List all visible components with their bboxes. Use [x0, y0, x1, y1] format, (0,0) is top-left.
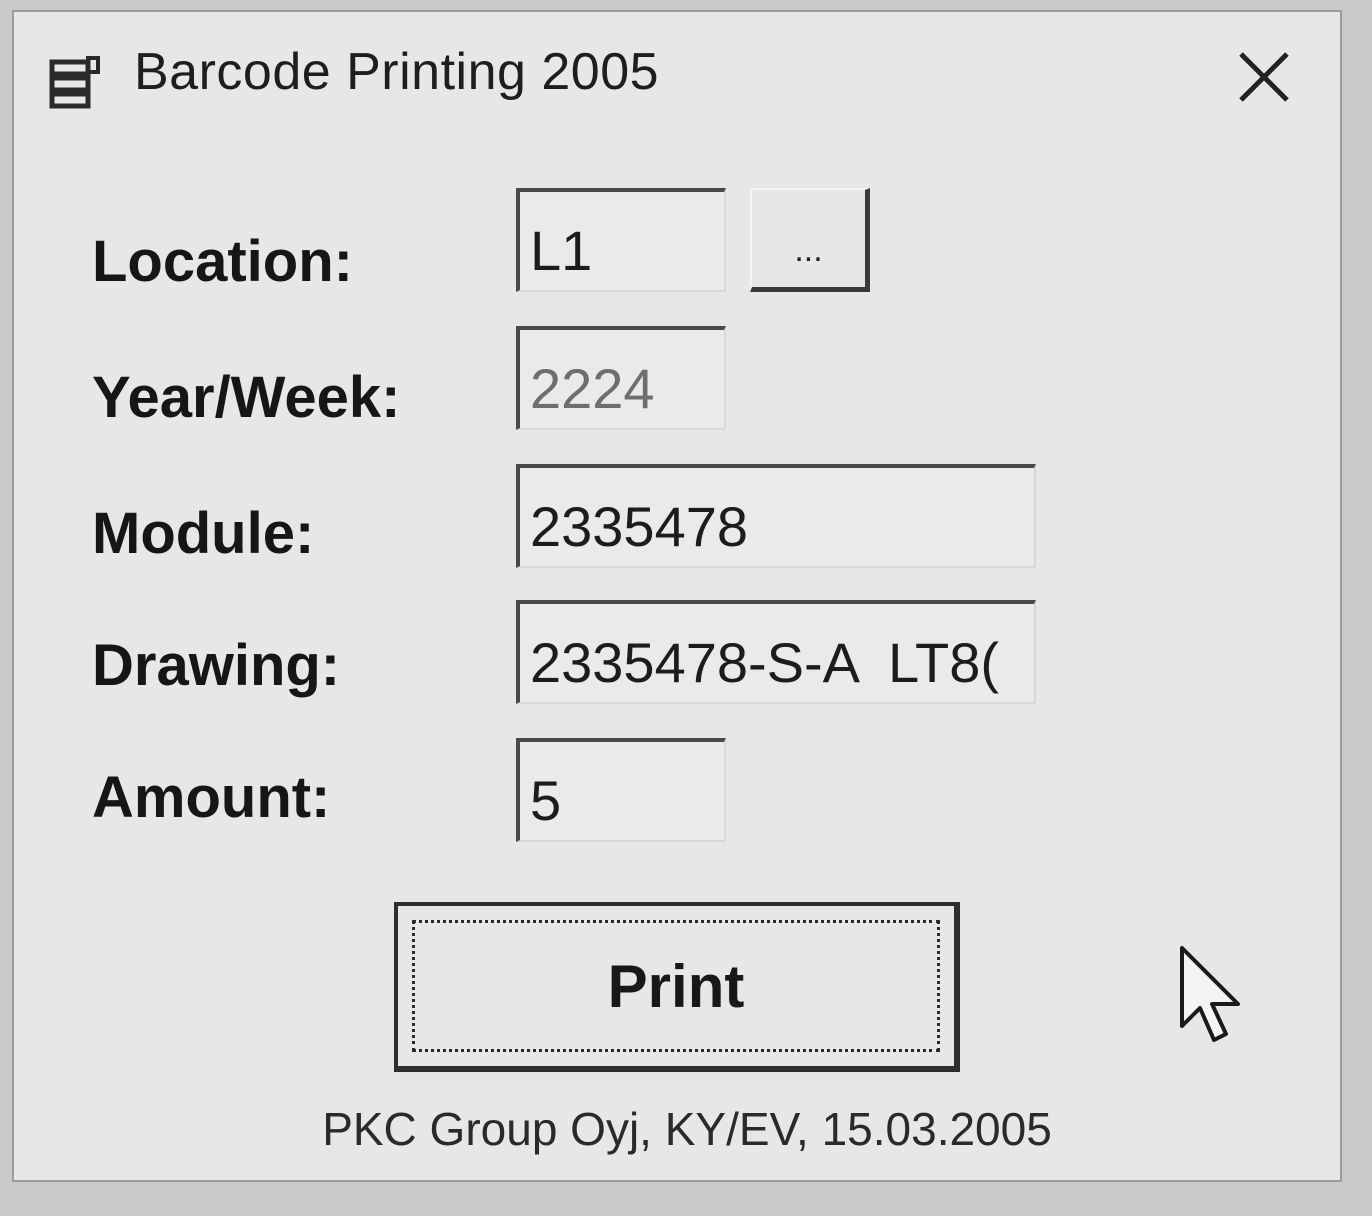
year-week-input[interactable] — [516, 326, 726, 430]
barcode-printing-window: Barcode Printing 2005 Location: ... Year… — [12, 10, 1342, 1182]
print-button[interactable]: Print — [394, 902, 960, 1072]
window-title: Barcode Printing 2005 — [134, 43, 660, 101]
mouse-cursor-icon — [1180, 946, 1240, 1042]
focus-rectangle: Print — [412, 920, 940, 1052]
amount-input[interactable] — [516, 738, 726, 842]
drawing-label: Drawing: — [92, 633, 341, 698]
database-icon — [49, 56, 100, 109]
drawing-input[interactable] — [516, 600, 1036, 704]
location-label: Location: — [92, 229, 353, 294]
browse-location-button[interactable]: ... — [750, 188, 870, 292]
module-label: Module: — [92, 501, 315, 566]
footer-text: PKC Group Oyj, KY/EV, 15.03.2005 — [322, 1103, 1052, 1155]
amount-label: Amount: — [92, 765, 331, 830]
year-week-label: Year/Week: — [92, 365, 401, 430]
close-icon[interactable] — [1229, 42, 1299, 112]
module-input[interactable] — [516, 464, 1036, 568]
title-bar: Barcode Printing 2005 — [14, 12, 1340, 142]
print-button-label: Print — [607, 952, 745, 1020]
location-input[interactable] — [516, 188, 726, 292]
